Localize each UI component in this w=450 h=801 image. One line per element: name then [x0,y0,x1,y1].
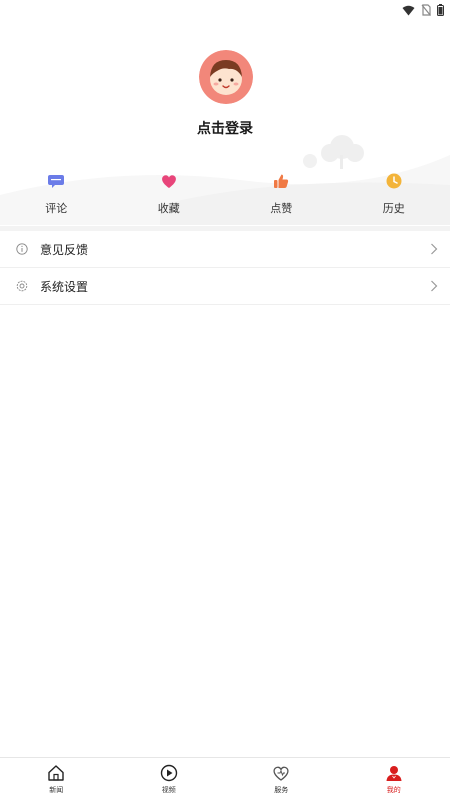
menu-item-label: 意见反馈 [40,241,88,258]
menu-item-feedback[interactable]: 意见反馈 [0,231,450,268]
tab-news[interactable]: 新闻 [0,758,113,801]
heart-icon [160,172,178,190]
menu-item-label: 系统设置 [40,278,88,295]
clock-icon [385,172,403,190]
comment-icon [47,172,65,190]
avatar[interactable] [199,50,253,104]
settings-menu: 意见反馈 系统设置 [0,231,450,305]
tab-label: 新闻 [49,785,63,795]
login-link[interactable]: 点击登录 [0,118,450,138]
bottom-tab-bar: 新闻 视频 服务 我的 [0,757,450,801]
quick-action-comments[interactable]: 评论 [0,170,113,220]
person-icon [385,764,403,782]
tab-video[interactable]: 视频 [113,758,226,801]
wifi-icon [402,5,415,16]
quick-action-label: 收藏 [158,200,180,216]
tab-services[interactable]: 服务 [225,758,338,801]
tab-label: 视频 [162,785,176,795]
menu-item-settings[interactable]: 系统设置 [0,268,450,305]
play-icon [160,764,178,782]
tab-label: 我的 [387,785,401,795]
quick-action-label: 点赞 [270,200,292,216]
quick-action-likes[interactable]: 点赞 [225,170,338,220]
quick-actions: 评论 收藏 点赞 历史 [0,170,450,220]
battery-icon [437,4,444,16]
thumbs-up-icon [272,172,290,190]
info-icon [16,243,28,255]
no-sim-icon [421,4,431,16]
chevron-right-icon [430,243,438,255]
status-bar [0,0,450,20]
chevron-right-icon [430,280,438,292]
quick-action-label: 评论 [45,200,67,216]
profile-header: 点击登录 评论 收藏 点赞 [0,0,450,230]
tab-label: 服务 [274,785,288,795]
home-icon [47,764,65,782]
heart-outline-icon [272,764,290,782]
settings-icon [16,280,28,292]
quick-action-history[interactable]: 历史 [338,170,450,220]
tab-me[interactable]: 我的 [338,758,450,801]
quick-action-label: 历史 [383,200,405,216]
quick-action-favorites[interactable]: 收藏 [113,170,226,220]
